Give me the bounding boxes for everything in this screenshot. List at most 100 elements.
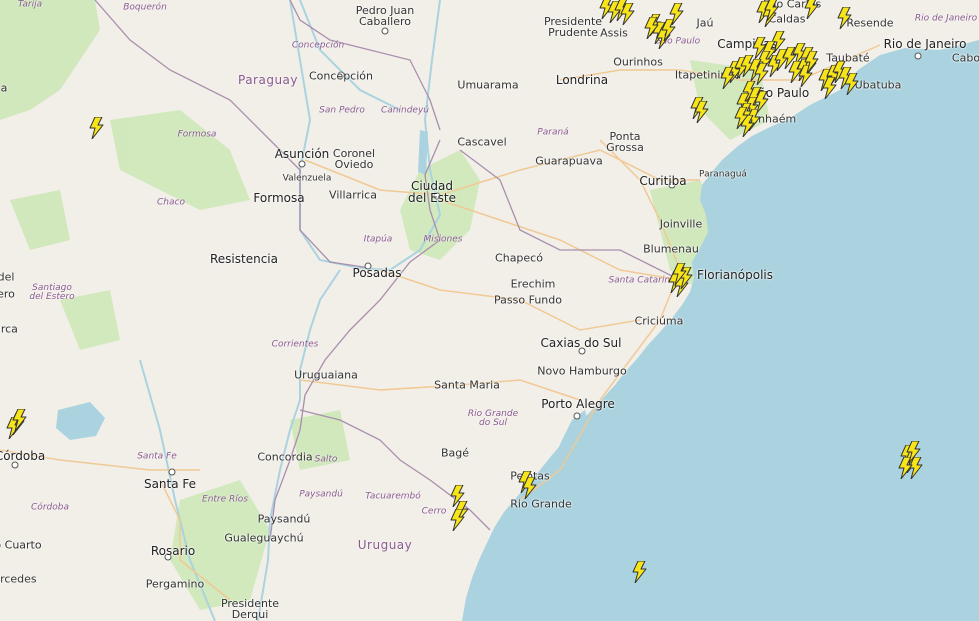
city-label: Assis <box>600 26 628 40</box>
city-label: Blumenau <box>643 242 699 256</box>
city-label: Erechim <box>510 277 556 291</box>
lightning-icon <box>672 263 687 285</box>
city-marker <box>168 468 176 476</box>
region-label: Rio Grande do Sul <box>467 409 519 428</box>
region-label: Canindeyú <box>381 105 429 116</box>
city-label: Umuarama <box>457 78 519 92</box>
city-label: Bagé <box>440 446 470 460</box>
city-label: ercedes <box>0 572 37 586</box>
city-label: Asunción <box>274 147 330 161</box>
city-label: Formosa <box>253 191 305 205</box>
region-label: Concepción <box>291 40 345 51</box>
city-label: Londrina <box>555 73 609 87</box>
region-label: Tacuarembó <box>365 491 421 502</box>
city-label: Valenzuela <box>282 173 332 184</box>
region-label: Santa Fe <box>137 451 177 462</box>
city-label: Villarrica <box>329 188 377 202</box>
region-label: Santiago del Estero <box>29 283 75 302</box>
region-label: San Pedro <box>319 105 365 116</box>
city-label: Resistencia <box>210 252 278 266</box>
lightning-icon <box>12 409 27 431</box>
city-label: Jaú <box>696 16 714 30</box>
lightning-icon <box>620 3 635 25</box>
city-label: Rio de Janeiro <box>883 37 967 51</box>
city-label: Presidente Derqui <box>220 597 280 621</box>
country-label-uruguay: Uruguay <box>357 538 413 552</box>
city-label: Ponta Grossa <box>606 130 644 154</box>
region-label: Rio de Janeiro <box>914 13 978 24</box>
city-label: Pergamino <box>145 577 205 591</box>
city-label: Ourinhos <box>613 55 663 69</box>
region-label: Corrientes <box>271 339 319 350</box>
city-label: Caxias do Sul <box>540 336 622 350</box>
city-label: Coronel Oviedo <box>332 147 376 171</box>
city-label: Pedro Juan Caballero <box>355 4 415 28</box>
lightning-map[interactable]: Paraguay Uruguay Tarija Boquerón Concepc… <box>0 0 979 621</box>
city-label: Rosario <box>150 544 196 558</box>
city-label: Florianópolis <box>696 268 774 282</box>
city-label: Criciúma <box>634 314 684 328</box>
city-label: Córdoba <box>0 449 46 463</box>
city-label: Curitiba <box>639 174 687 188</box>
lightning-icon <box>837 7 852 29</box>
city-label: ero <box>0 287 15 301</box>
region-label: Entre Ríos <box>202 494 248 505</box>
region-label: Paraná <box>537 127 569 138</box>
city-marker <box>381 27 389 35</box>
lightning-icon <box>764 0 779 21</box>
region-label: Santa Catarina <box>608 275 676 286</box>
lightning-icon <box>844 73 859 95</box>
city-marker <box>573 412 581 420</box>
lightning-icon <box>804 0 819 19</box>
city-label: Ciudad del Este <box>407 179 457 205</box>
lightning-icon <box>754 91 769 113</box>
city-label: Resende <box>846 16 894 30</box>
city-label: del <box>0 270 15 284</box>
city-label: Joinville <box>659 217 703 231</box>
city-marker <box>298 160 306 168</box>
city-label: Concordia <box>257 450 313 464</box>
region-label: Boquerón <box>123 2 167 13</box>
city-label: Porto Alegre <box>541 397 615 411</box>
city-label: a <box>0 81 8 95</box>
lightning-icon <box>906 441 921 463</box>
region-label: Córdoba <box>31 502 69 513</box>
city-label: Novo Hamburgo <box>537 364 627 378</box>
lightning-icon <box>734 107 749 129</box>
region-label: Paysandú <box>299 489 343 500</box>
city-label: Posadas <box>352 266 402 280</box>
lightning-icon <box>669 3 684 25</box>
region-label: Formosa <box>177 129 217 140</box>
city-label: Cascavel <box>457 135 507 149</box>
lightning-icon <box>522 477 537 499</box>
lightning-icon <box>694 101 709 123</box>
lightning-icon <box>822 77 837 99</box>
region-label: Chaco <box>157 197 185 208</box>
region-label: Tarija <box>17 0 43 10</box>
lightning-icon <box>89 117 104 139</box>
city-label: Guarapuava <box>535 154 603 168</box>
city-label: Santa Maria <box>434 378 500 392</box>
city-label: Gualeguaychú <box>224 531 304 545</box>
lightning-icon <box>644 17 659 39</box>
city-label: Passo Fundo <box>494 293 562 307</box>
lightning-icon <box>632 561 647 583</box>
city-label: Concepción <box>309 69 373 83</box>
city-label: Cabo <box>951 51 979 65</box>
city-label: Uruguaiana <box>294 368 358 382</box>
region-label: Salto <box>314 454 338 465</box>
lightning-icon <box>450 509 465 531</box>
region-label: Itapúa <box>363 234 393 245</box>
city-label: arca <box>0 322 18 336</box>
city-label: Santa Fe <box>143 477 197 491</box>
city-label: Rio Grande <box>510 497 572 511</box>
city-label: Chapecó <box>495 251 543 265</box>
country-label-paraguay: Paraguay <box>237 73 299 87</box>
city-label: Presidente Prudente <box>543 15 603 39</box>
city-label: Paranaguá <box>699 169 747 180</box>
city-label: o Cuarto <box>0 538 42 552</box>
region-label: Misiones <box>423 234 463 245</box>
city-marker <box>914 52 922 60</box>
city-label: Ubatuba <box>854 78 902 92</box>
city-label: Paysandú <box>257 512 311 526</box>
